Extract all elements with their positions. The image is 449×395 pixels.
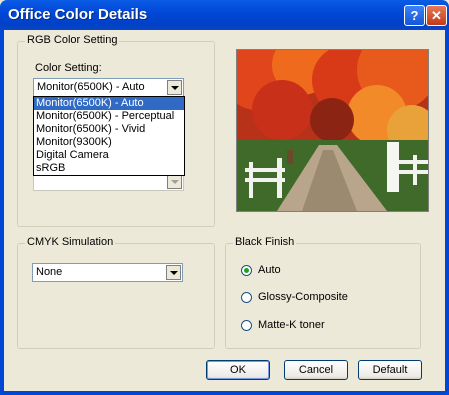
radio-unchecked-icon[interactable] xyxy=(241,291,252,303)
help-button[interactable]: ? xyxy=(404,5,425,26)
close-icon: ✕ xyxy=(431,7,442,23)
window-frame-bottom xyxy=(0,391,449,395)
black-finish-group-label: Black Finish xyxy=(233,236,297,248)
chevron-down-icon xyxy=(167,174,182,189)
cmyk-simulation-value: None xyxy=(36,266,63,278)
color-setting-label: Color Setting: xyxy=(35,62,102,74)
chevron-down-icon[interactable] xyxy=(166,265,181,280)
title-bar[interactable]: Office Color Details ? ✕ xyxy=(0,0,449,30)
radio-matte-k-toner-label: Matte-K toner xyxy=(258,319,325,331)
color-setting-value: Monitor(6500K) - Auto xyxy=(37,81,145,93)
radio-glossy-composite-label: Glossy-Composite xyxy=(258,291,348,303)
radio-glossy-composite[interactable]: Glossy-Composite xyxy=(241,291,348,303)
default-button[interactable]: Default xyxy=(358,360,422,380)
cancel-button-label: Cancel xyxy=(298,364,334,376)
radio-matte-k-toner[interactable]: Matte-K toner xyxy=(241,319,325,331)
preview-image xyxy=(236,49,429,212)
window-frame-right xyxy=(445,30,449,395)
help-icon: ? xyxy=(410,8,419,23)
dropdown-option-monitor-6500k-perceptual[interactable]: Monitor(6500K) - Perceptual xyxy=(34,110,184,123)
radio-auto-label: Auto xyxy=(258,264,281,276)
default-button-label: Default xyxy=(372,364,408,376)
dropdown-option-srgb[interactable]: sRGB xyxy=(34,162,184,175)
ok-button[interactable]: OK xyxy=(206,360,270,380)
ok-button-label: OK xyxy=(230,364,246,376)
dropdown-option-monitor-6500k-auto[interactable]: Monitor(6500K) - Auto xyxy=(34,97,184,110)
cmyk-simulation-select[interactable]: None xyxy=(32,263,183,282)
chevron-down-icon[interactable] xyxy=(167,80,182,95)
radio-unchecked-icon[interactable] xyxy=(241,319,252,331)
radio-checked-icon[interactable] xyxy=(241,264,252,276)
window-title: Office Color Details xyxy=(8,6,148,23)
dropdown-option-monitor-9300k[interactable]: Monitor(9300K) xyxy=(34,136,184,149)
color-setting-select[interactable]: Monitor(6500K) - Auto xyxy=(33,78,184,97)
close-button[interactable]: ✕ xyxy=(426,5,447,26)
cmyk-group-label: CMYK Simulation xyxy=(25,236,116,248)
rgb-group-label: RGB Color Setting xyxy=(25,34,120,46)
dropdown-option-digital-camera[interactable]: Digital Camera xyxy=(34,149,184,162)
color-setting-dropdown-list[interactable]: Monitor(6500K) - Auto Monitor(6500K) - P… xyxy=(33,96,185,176)
radio-auto[interactable]: Auto xyxy=(241,264,281,276)
dropdown-option-monitor-6500k-vivid[interactable]: Monitor(6500K) - Vivid xyxy=(34,123,184,136)
cmyk-simulation-group: CMYK Simulation xyxy=(17,236,215,349)
autumn-road-photo xyxy=(237,50,428,211)
window-frame-left xyxy=(0,30,4,395)
cancel-button[interactable]: Cancel xyxy=(284,360,348,380)
dialog-window: Office Color Details ? ✕ RGB Color Setti… xyxy=(0,0,449,395)
